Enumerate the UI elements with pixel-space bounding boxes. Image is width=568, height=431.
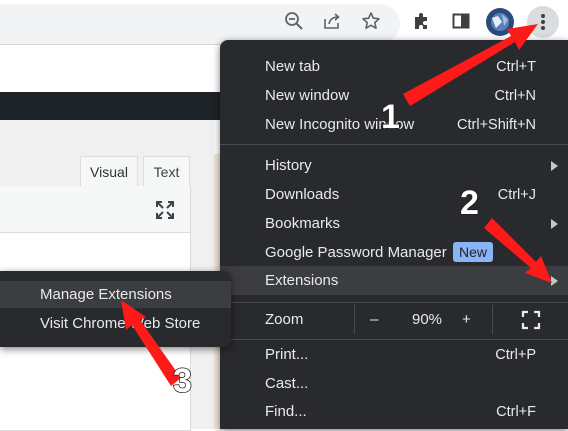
new-badge: New: [453, 242, 494, 262]
menu-item-find[interactable]: Find... Ctrl+F: [220, 397, 568, 426]
menu-item-label: History: [265, 157, 312, 174]
menu-item-shortcut: Ctrl+J: [497, 186, 536, 203]
menu-separator: [220, 144, 568, 145]
submenu-item-manage-extensions[interactable]: Manage Extensions: [0, 281, 231, 308]
menu-item-password-manager[interactable]: Google Password Manager New: [220, 238, 568, 267]
side-panel-icon[interactable]: [447, 7, 475, 35]
menu-item-shortcut: Ctrl+N: [494, 87, 537, 104]
menu-item-label: Google Password Manager: [265, 244, 447, 261]
tab-visual[interactable]: Visual: [80, 156, 138, 187]
admin-bar: [0, 92, 230, 120]
step-2-number: 2: [459, 183, 479, 223]
more-icon: [541, 14, 545, 30]
zoom-out-button[interactable]: –: [370, 311, 378, 328]
menu-item-shortcut: Ctrl+F: [496, 403, 536, 420]
menu-item-label: Print...: [265, 346, 309, 363]
more-menu-button[interactable]: [527, 6, 559, 38]
menu-item-label: New tab: [265, 58, 321, 75]
fullscreen-icon[interactable]: [520, 309, 542, 331]
menu-item-bookmarks[interactable]: Bookmarks: [220, 209, 568, 238]
menu-item-label: Extensions: [265, 272, 339, 289]
menu-item-shortcut: Ctrl+T: [496, 58, 536, 75]
chevron-right-icon: [551, 275, 558, 286]
step-3-number: 3: [172, 361, 192, 401]
submenu-item-label: Visit Chrome Web Store: [40, 315, 201, 332]
menu-item-downloads[interactable]: Downloads Ctrl+J: [220, 180, 568, 209]
submenu-item-label: Manage Extensions: [40, 286, 172, 303]
browser-toolbar: [0, 0, 568, 44]
share-icon[interactable]: [318, 7, 346, 35]
extensions-icon[interactable]: [408, 7, 436, 35]
menu-item-label: Cast...: [265, 375, 309, 392]
menu-item-label: Find...: [265, 403, 307, 420]
menu-item-history[interactable]: History: [220, 151, 568, 180]
zoom-level: 90%: [412, 311, 443, 328]
edge-mark: [0, 392, 4, 406]
menu-item-new-tab[interactable]: New tab Ctrl+T: [220, 52, 568, 81]
zoom-in-button[interactable]: +: [462, 311, 471, 328]
zoom-row: Zoom – 90% +: [220, 303, 568, 337]
menu-item-shortcut: Ctrl+P: [495, 346, 536, 363]
menu-item-shortcut: Ctrl+Shift+N: [457, 116, 536, 133]
star-icon[interactable]: [357, 7, 385, 35]
zoom-label: Zoom: [265, 311, 304, 328]
menu-item-print[interactable]: Print... Ctrl+P: [220, 340, 568, 369]
chevron-right-icon: [551, 160, 558, 171]
menu-item-label: Downloads: [265, 186, 340, 203]
tab-text[interactable]: Text: [143, 156, 190, 187]
submenu-item-chrome-web-store[interactable]: Visit Chrome Web Store: [0, 310, 231, 337]
step-1-number: 1: [380, 97, 400, 137]
avatar[interactable]: [486, 8, 514, 36]
extensions-submenu: Manage Extensions Visit Chrome Web Store: [0, 271, 231, 347]
distraction-free-icon[interactable]: [154, 199, 176, 221]
chevron-right-icon: [551, 218, 558, 229]
menu-item-extensions[interactable]: Extensions: [220, 266, 568, 295]
menu-item-label: Bookmarks: [265, 215, 341, 232]
menu-item-cast[interactable]: Cast...: [220, 369, 568, 398]
zoom-out-icon[interactable]: [280, 7, 308, 35]
menu-item-label: New window: [265, 87, 350, 104]
